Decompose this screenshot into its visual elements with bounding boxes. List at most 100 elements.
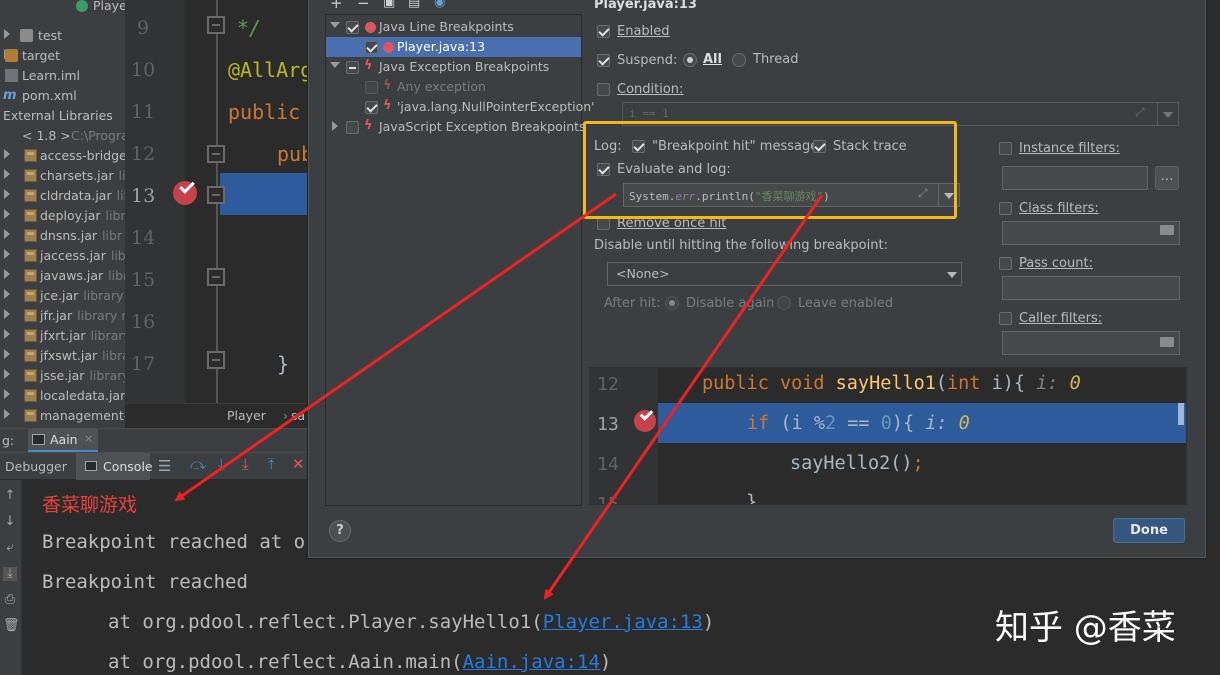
arrow-up-icon[interactable]: ↑ <box>3 489 17 503</box>
tree-item-jar[interactable]: jfxswt.jarlibrar <box>0 346 125 366</box>
instance-filters-browse-button[interactable]: … <box>1155 166 1179 190</box>
group-by-file-button[interactable]: ▤ <box>408 0 420 10</box>
expand-arrow-icon[interactable] <box>4 229 10 239</box>
stack-link[interactable]: Aain.java:14 <box>463 651 600 673</box>
fold-marker-icon[interactable] <box>207 145 225 163</box>
expand-arrow-icon[interactable] <box>4 149 10 159</box>
tree-item-jar[interactable]: dnsns.jar libr <box>0 226 125 246</box>
condition-checkbox[interactable] <box>597 83 610 96</box>
breakpoint-checkbox[interactable] <box>365 101 378 114</box>
breakpoint-icon[interactable] <box>634 407 656 432</box>
tree-item-pom[interactable]: m pom.xml <box>0 86 125 106</box>
breakpoint-checkbox[interactable] <box>365 41 378 54</box>
expand-arrow-icon[interactable] <box>4 209 10 219</box>
tree-group-java-line-breakpoints[interactable]: Java Line Breakpoints <box>326 17 581 37</box>
instance-filters-input[interactable] <box>1002 166 1148 190</box>
class-filters-checkbox[interactable] <box>999 202 1012 215</box>
fold-marker-icon[interactable] <box>207 186 225 204</box>
tree-item-jar[interactable]: cldrdata.jarlib <box>0 186 125 206</box>
pass-count-checkbox[interactable] <box>999 257 1012 270</box>
expand-arrow-icon[interactable] <box>4 169 10 179</box>
tree-item-jar[interactable]: jfr.jarlibrary ro <box>0 306 125 326</box>
caller-filters-input[interactable] <box>1002 331 1180 355</box>
caller-filters-checkbox[interactable] <box>999 312 1012 325</box>
breakpoint-icon[interactable] <box>173 178 197 205</box>
tree-item-learn-iml[interactable]: Learn.iml <box>0 66 125 86</box>
pass-count-input[interactable] <box>1002 276 1180 300</box>
tree-item-jar[interactable]: jce.jarlibrary r <box>0 286 125 306</box>
expand-arrow-icon[interactable] <box>4 29 10 39</box>
expand-arrow-icon[interactable] <box>4 269 10 279</box>
expand-arrow-icon[interactable] <box>332 121 338 131</box>
help-button[interactable]: ? <box>329 520 351 542</box>
disable-until-select[interactable]: <None> <box>607 262 962 286</box>
expand-arrow-icon[interactable] <box>4 409 10 419</box>
expand-arrow-icon[interactable] <box>4 249 10 259</box>
tree-item-sdk[interactable]: < 1.8 > C:\Progra <box>0 126 125 146</box>
tab-console[interactable]: Console <box>76 453 153 480</box>
scrollbar-thumb[interactable] <box>1178 403 1184 425</box>
tree-item-jar[interactable]: javaws.jarlibr <box>0 266 125 286</box>
folder-icon[interactable] <box>1160 225 1174 235</box>
tree-item-external-libraries[interactable]: External Libraries <box>0 106 125 126</box>
expand-arrow-icon[interactable] <box>330 22 340 28</box>
expand-arrow-icon[interactable] <box>4 329 10 339</box>
leave-enabled-radio[interactable] <box>777 296 791 310</box>
code-editor[interactable]: 9 10 11 12 13 14 15 16 17 */ @AllArg pub… <box>125 0 307 403</box>
tree-item-player-java-13[interactable]: Player.java:13 <box>326 37 581 57</box>
arrow-down-icon[interactable]: ↓ <box>3 515 17 529</box>
expand-arrow-icon[interactable] <box>4 309 10 319</box>
tree-item-player[interactable]: Player <box>0 0 125 16</box>
step-out-icon[interactable]: ⤒ <box>268 455 275 473</box>
instance-filters-checkbox[interactable] <box>999 142 1012 155</box>
tree-item-jar[interactable]: jsse.jarlibrary <box>0 366 125 386</box>
scroll-to-end-icon[interactable]: ⤓ <box>3 567 17 581</box>
expand-editor-icon[interactable]: ⤢ <box>1135 105 1145 120</box>
trash-icon[interactable]: 🗑 <box>3 619 20 633</box>
suspend-all-radio[interactable] <box>683 53 697 67</box>
tab-debugger[interactable]: Debugger <box>5 459 67 474</box>
remove-breakpoint-button[interactable]: − <box>357 0 370 12</box>
tree-item-npe[interactable]: ϟ 'java.lang.NullPointerException' <box>326 97 595 117</box>
tree-group-javascript-exception-breakpoints[interactable]: ϟ JavaScript Exception Breakpoints <box>326 117 586 137</box>
step-into-icon[interactable]: ⤓ <box>218 455 225 473</box>
tree-item-jar[interactable]: access-bridge- <box>0 146 125 166</box>
tree-item-jar[interactable]: jaccess.jar lib <box>0 246 125 266</box>
expand-arrow-icon[interactable] <box>4 289 10 299</box>
expand-arrow-icon[interactable] <box>4 389 10 399</box>
force-step-into-icon[interactable]: ⤓ <box>242 455 249 473</box>
tree-item-target[interactable]: target <box>0 46 125 66</box>
group-by-package-button[interactable]: ▣ <box>383 0 395 10</box>
group-checkbox[interactable] <box>346 21 359 34</box>
tree-item-test[interactable]: test <box>0 26 125 46</box>
tree-item-jar[interactable]: charsets.jarlib <box>0 166 125 186</box>
expand-arrow-icon[interactable] <box>330 62 340 68</box>
threads-icon[interactable]: ☰ <box>158 457 171 475</box>
tree-item-any-exception[interactable]: ϟ Any exception <box>326 77 581 97</box>
breadcrumb-item[interactable]: Player <box>227 408 266 423</box>
done-button[interactable]: Done <box>1113 518 1185 543</box>
close-icon[interactable]: × <box>84 432 93 445</box>
class-filters-input[interactable] <box>1002 221 1180 245</box>
fold-marker-icon[interactable] <box>207 268 225 286</box>
disable-again-radio[interactable] <box>665 296 679 310</box>
add-breakpoint-button[interactable]: + <box>330 0 343 12</box>
tree-group-java-exception-breakpoints[interactable]: ϟ Java Exception Breakpoints <box>326 57 581 77</box>
step-over-icon[interactable]: ⤼ <box>190 455 206 473</box>
fold-marker-icon[interactable] <box>207 351 225 369</box>
suspend-thread-radio[interactable] <box>732 53 746 67</box>
print-icon[interactable]: ⎙ <box>3 593 17 607</box>
tree-item-jar[interactable]: jfxrt.jarlibrary <box>0 326 125 346</box>
stack-link[interactable]: Player.java:13 <box>543 611 703 633</box>
breakpoint-checkbox[interactable] <box>365 81 378 94</box>
group-by-class-button[interactable]: ◉ <box>434 0 445 10</box>
tree-item-jar[interactable]: localedata.jar <box>0 386 125 406</box>
breadcrumb-item[interactable]: sa <box>291 408 305 423</box>
expand-arrow-icon[interactable] <box>4 189 10 199</box>
drop-frame-icon[interactable]: ✕ <box>292 455 305 473</box>
folder-icon[interactable] <box>1160 337 1174 347</box>
tree-item-jar[interactable]: deploy.jar libr <box>0 206 125 226</box>
condition-history-dropdown[interactable] <box>1157 102 1179 126</box>
fold-marker-icon[interactable] <box>207 16 225 34</box>
expand-arrow-icon[interactable] <box>4 369 10 379</box>
